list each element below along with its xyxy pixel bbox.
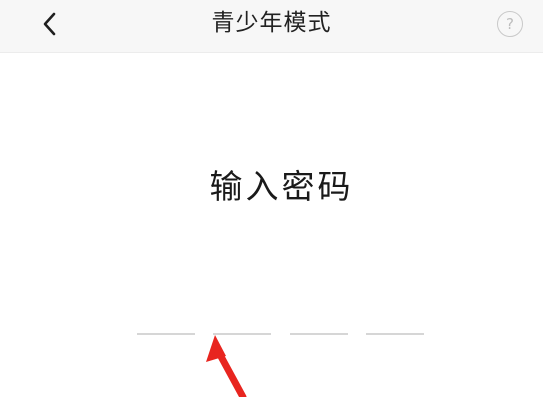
- navigation-bar: 青少年模式 ?: [0, 0, 543, 52]
- navbar-divider: [0, 52, 543, 53]
- page-title: 青少年模式: [211, 10, 332, 36]
- pin-digit-slot-4[interactable]: [366, 333, 424, 335]
- red-arrow-icon: [206, 335, 247, 397]
- help-button[interactable]: ?: [497, 11, 523, 37]
- pin-digit-slot-1[interactable]: [137, 333, 195, 335]
- question-circle-icon: ?: [506, 14, 514, 33]
- teen-mode-password-screen: 青少年模式 ? 输入密码: [0, 0, 543, 397]
- pin-digit-slot-3[interactable]: [290, 333, 348, 335]
- enter-password-heading: 输入密码: [209, 167, 354, 206]
